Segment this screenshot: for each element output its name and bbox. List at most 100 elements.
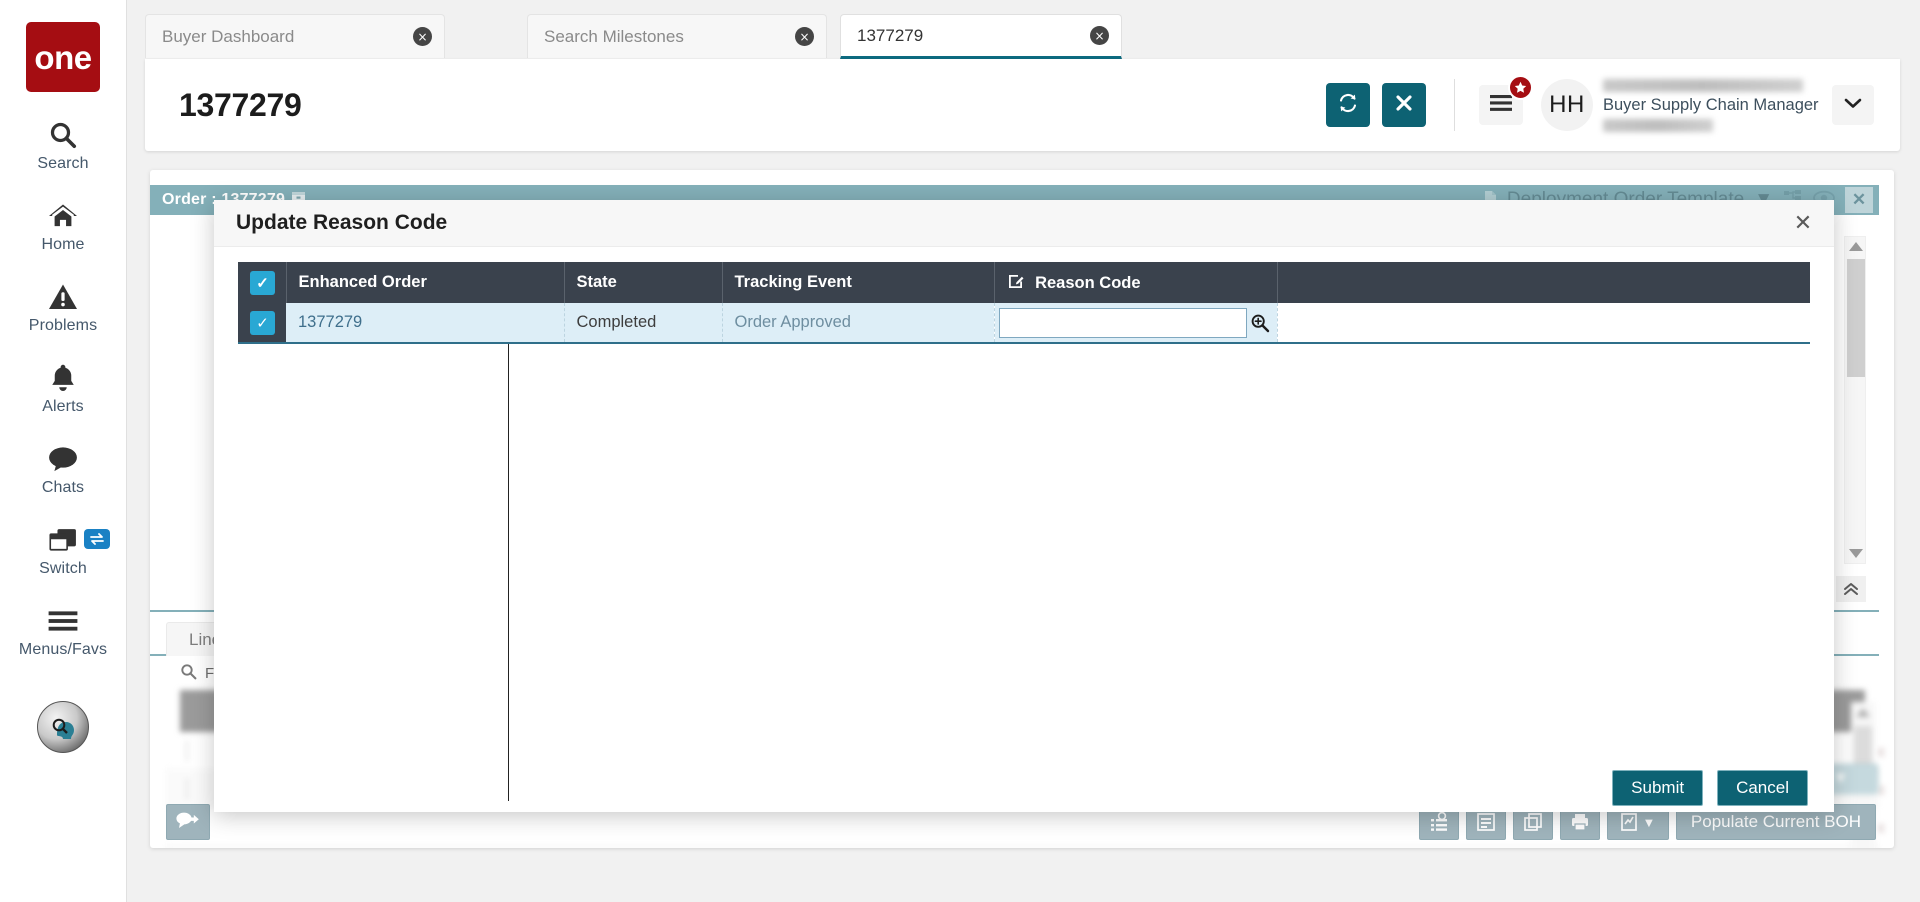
search-plus-icon[interactable] bbox=[1247, 313, 1273, 333]
column-header-filler bbox=[1277, 262, 1810, 303]
modal-close-button[interactable]: ✕ bbox=[1788, 208, 1818, 238]
scroll-down-arrow-icon[interactable] bbox=[1849, 549, 1863, 558]
row-select-cell: ✓ bbox=[238, 303, 286, 343]
swap-arrows-icon[interactable] bbox=[84, 529, 110, 549]
left-nav-rail: one Search Home Problems Alerts bbox=[0, 0, 127, 902]
switch-icon bbox=[47, 523, 79, 557]
cancel-button[interactable]: Cancel bbox=[1717, 770, 1808, 806]
app-logo[interactable]: one bbox=[26, 22, 100, 92]
cell-filler bbox=[1277, 303, 1810, 343]
rail-label-problems: Problems bbox=[29, 317, 97, 335]
close-page-button[interactable] bbox=[1382, 83, 1426, 127]
bell-icon bbox=[49, 361, 77, 395]
chat-forward-button[interactable] bbox=[166, 804, 210, 840]
submit-button[interactable]: Submit bbox=[1612, 770, 1703, 806]
rail-label-menus-favs: Menus/Favs bbox=[19, 641, 107, 659]
row-cell: c bbox=[1878, 743, 1885, 759]
page-header: 1377279 HH bbox=[145, 59, 1900, 151]
panel-close-button[interactable]: ✕ bbox=[1845, 187, 1873, 213]
row-checkbox[interactable] bbox=[186, 740, 188, 761]
scroll-thumb[interactable] bbox=[1847, 259, 1865, 377]
tab-label: Search Milestones bbox=[544, 27, 785, 47]
table-body: ✓ 1377279 Completed Order Approved bbox=[238, 303, 1810, 343]
grid-filter-placeholder: F bbox=[205, 665, 214, 682]
cell-tracking-event: Order Approved bbox=[722, 303, 994, 343]
pencil-edit-icon bbox=[1007, 273, 1024, 290]
user-menu-button[interactable] bbox=[1832, 85, 1874, 125]
refresh-button[interactable] bbox=[1326, 83, 1370, 127]
star-badge-icon bbox=[1508, 75, 1533, 100]
tab-search-milestones[interactable]: Search Milestones × bbox=[527, 14, 827, 58]
page-title: 1377279 bbox=[179, 87, 301, 124]
chat-icon bbox=[47, 442, 79, 476]
column-header-tracking-event[interactable]: Tracking Event bbox=[722, 262, 994, 303]
user-org-redacted bbox=[1603, 119, 1713, 132]
search-icon bbox=[48, 118, 78, 152]
table-row[interactable]: ✓ 1377279 Completed Order Approved bbox=[238, 303, 1810, 343]
panel-scrollbar[interactable] bbox=[1844, 236, 1866, 564]
rail-label-switch: Switch bbox=[39, 560, 87, 578]
reason-code-input-wrap bbox=[995, 303, 1277, 342]
chevron-down-icon bbox=[1843, 96, 1863, 115]
assistant-avatar-icon[interactable] bbox=[37, 701, 89, 753]
tab-label: Buyer Dashboard bbox=[162, 27, 403, 47]
rail-item-problems[interactable]: Problems bbox=[0, 280, 126, 335]
modal-title: Update Reason Code bbox=[236, 211, 447, 235]
table-header-row: ✓ Enhanced Order State Tracking Event Re… bbox=[238, 262, 1810, 303]
header-divider bbox=[1454, 79, 1455, 131]
table-head: ✓ Enhanced Order State Tracking Event Re… bbox=[238, 262, 1810, 303]
select-all-checkbox[interactable]: ✓ bbox=[250, 271, 275, 295]
tab-close-icon[interactable]: × bbox=[795, 27, 814, 46]
row-checkbox[interactable]: ✓ bbox=[250, 311, 275, 335]
warning-icon bbox=[48, 280, 78, 314]
rail-item-home[interactable]: Home bbox=[0, 199, 126, 254]
home-icon bbox=[47, 199, 79, 233]
tab-close-icon[interactable]: × bbox=[1090, 26, 1109, 45]
hamburger-icon bbox=[47, 604, 79, 638]
search-icon bbox=[180, 663, 197, 684]
collapse-up-icon[interactable] bbox=[1836, 576, 1866, 602]
column-header-reason-code-label: Reason Code bbox=[1035, 274, 1140, 292]
rail-label-chats: Chats bbox=[42, 479, 84, 497]
user-info-block: Buyer Supply Chain Manager bbox=[1603, 74, 1818, 136]
header-actions: HH Buyer Supply Chain Manager bbox=[1326, 59, 1900, 151]
tab-strip: Buyer Dashboard × Search Milestones × 13… bbox=[127, 0, 1920, 58]
modal-footer: Submit Cancel bbox=[214, 764, 1834, 812]
column-header-state[interactable]: State bbox=[564, 262, 722, 303]
cell-reason-code bbox=[994, 303, 1277, 343]
tab-close-icon[interactable]: × bbox=[413, 27, 432, 46]
avatar[interactable]: HH bbox=[1541, 79, 1593, 131]
hamburger-menu-icon bbox=[1489, 94, 1513, 117]
select-all-header: ✓ bbox=[238, 262, 286, 303]
rail-label-search: Search bbox=[37, 155, 88, 173]
tab-buyer-dashboard[interactable]: Buyer Dashboard × bbox=[145, 14, 445, 58]
scroll-up-arrow-icon[interactable] bbox=[1849, 242, 1863, 251]
tab-label: 1377279 bbox=[857, 26, 1080, 46]
rail-item-search[interactable]: Search bbox=[0, 118, 126, 173]
column-header-enhanced-order[interactable]: Enhanced Order bbox=[286, 262, 564, 303]
rail-item-menus-favs[interactable]: Menus/Favs bbox=[0, 604, 126, 659]
column-header-reason-code[interactable]: Reason Code bbox=[994, 262, 1277, 303]
rail-label-home: Home bbox=[41, 236, 84, 254]
user-role-label: Buyer Supply Chain Manager bbox=[1603, 96, 1818, 115]
header-menu-button[interactable] bbox=[1479, 85, 1523, 125]
cell-state: Completed bbox=[564, 303, 722, 343]
scroll-up-arrow-icon[interactable] bbox=[1856, 708, 1870, 717]
reason-code-table: ✓ Enhanced Order State Tracking Event Re… bbox=[238, 262, 1810, 344]
rail-item-switch[interactable]: Switch bbox=[0, 523, 126, 578]
chevron-down-icon: ▼ bbox=[1833, 770, 1849, 788]
close-x-icon bbox=[1394, 93, 1414, 118]
row-cell: c bbox=[1878, 781, 1885, 797]
user-name-redacted bbox=[1603, 79, 1803, 92]
rail-item-chats[interactable]: Chats bbox=[0, 442, 126, 497]
rail-label-alerts: Alerts bbox=[42, 398, 84, 416]
refresh-icon bbox=[1337, 92, 1359, 119]
modal-body: ✓ Enhanced Order State Tracking Event Re… bbox=[214, 247, 1834, 764]
modal-header: Update Reason Code ✕ bbox=[214, 200, 1834, 247]
modal-vertical-divider bbox=[508, 344, 509, 801]
tab-1377279[interactable]: 1377279 × bbox=[840, 14, 1122, 59]
rail-item-alerts[interactable]: Alerts bbox=[0, 361, 126, 416]
cell-enhanced-order[interactable]: 1377279 bbox=[286, 303, 564, 343]
chat-forward-icon bbox=[175, 811, 201, 834]
reason-code-input[interactable] bbox=[999, 308, 1247, 338]
